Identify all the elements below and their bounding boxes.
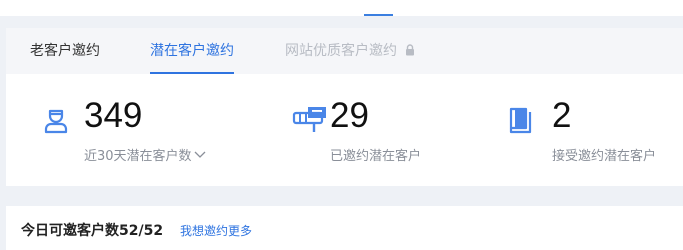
tab-website-quality-customers[interactable]: 网站优质客户邀约 [285,28,415,74]
tab-label: 网站优质客户邀约 [285,43,397,59]
tab-label: 潜在客户邀约 [150,43,234,59]
quota-bar: 今日可邀客户数52/52 我想邀约更多 [6,206,683,250]
stat-label: 已邀约潜在客户 [330,149,422,164]
stat-label: 接受邀约潜在客户 [552,149,657,164]
chevron-down-icon [194,151,206,158]
book-icon [509,107,532,134]
invitation-card: 老客户邀约 潜在客户邀约 网站优质客户邀约 349 近30天潜在客户数 29 已… [6,28,683,186]
stat-value: 2 [552,96,572,135]
invite-more-link[interactable]: 我想邀约更多 [180,222,252,239]
tab-old-customers[interactable]: 老客户邀约 [30,28,100,74]
person-icon [44,109,68,134]
stat-value: 29 [330,96,369,135]
stat-invited-potential-customers: 29 已邀约潜在客户 [292,74,492,186]
top-tab-indicator [364,14,393,16]
stat-accepted-potential-customers: 2 接受邀约潜在客户 [508,74,678,186]
tab-potential-customers[interactable]: 潜在客户邀约 [150,28,234,74]
daily-quota-text: 今日可邀客户数52/52 [21,223,164,239]
tab-label: 老客户邀约 [30,43,100,59]
stat-label-dropdown[interactable]: 近30天潜在客户数 [84,148,206,166]
top-strip [0,0,683,16]
lock-icon [406,43,415,55]
stat-potential-customers-30d: 349 近30天潜在客户数 [44,74,274,186]
mailbox-icon [292,107,326,132]
stat-label: 近30天潜在客户数 [84,149,192,164]
tab-bar: 老客户邀约 潜在客户邀约 网站优质客户邀约 [6,28,683,74]
stat-value: 349 [84,96,143,135]
